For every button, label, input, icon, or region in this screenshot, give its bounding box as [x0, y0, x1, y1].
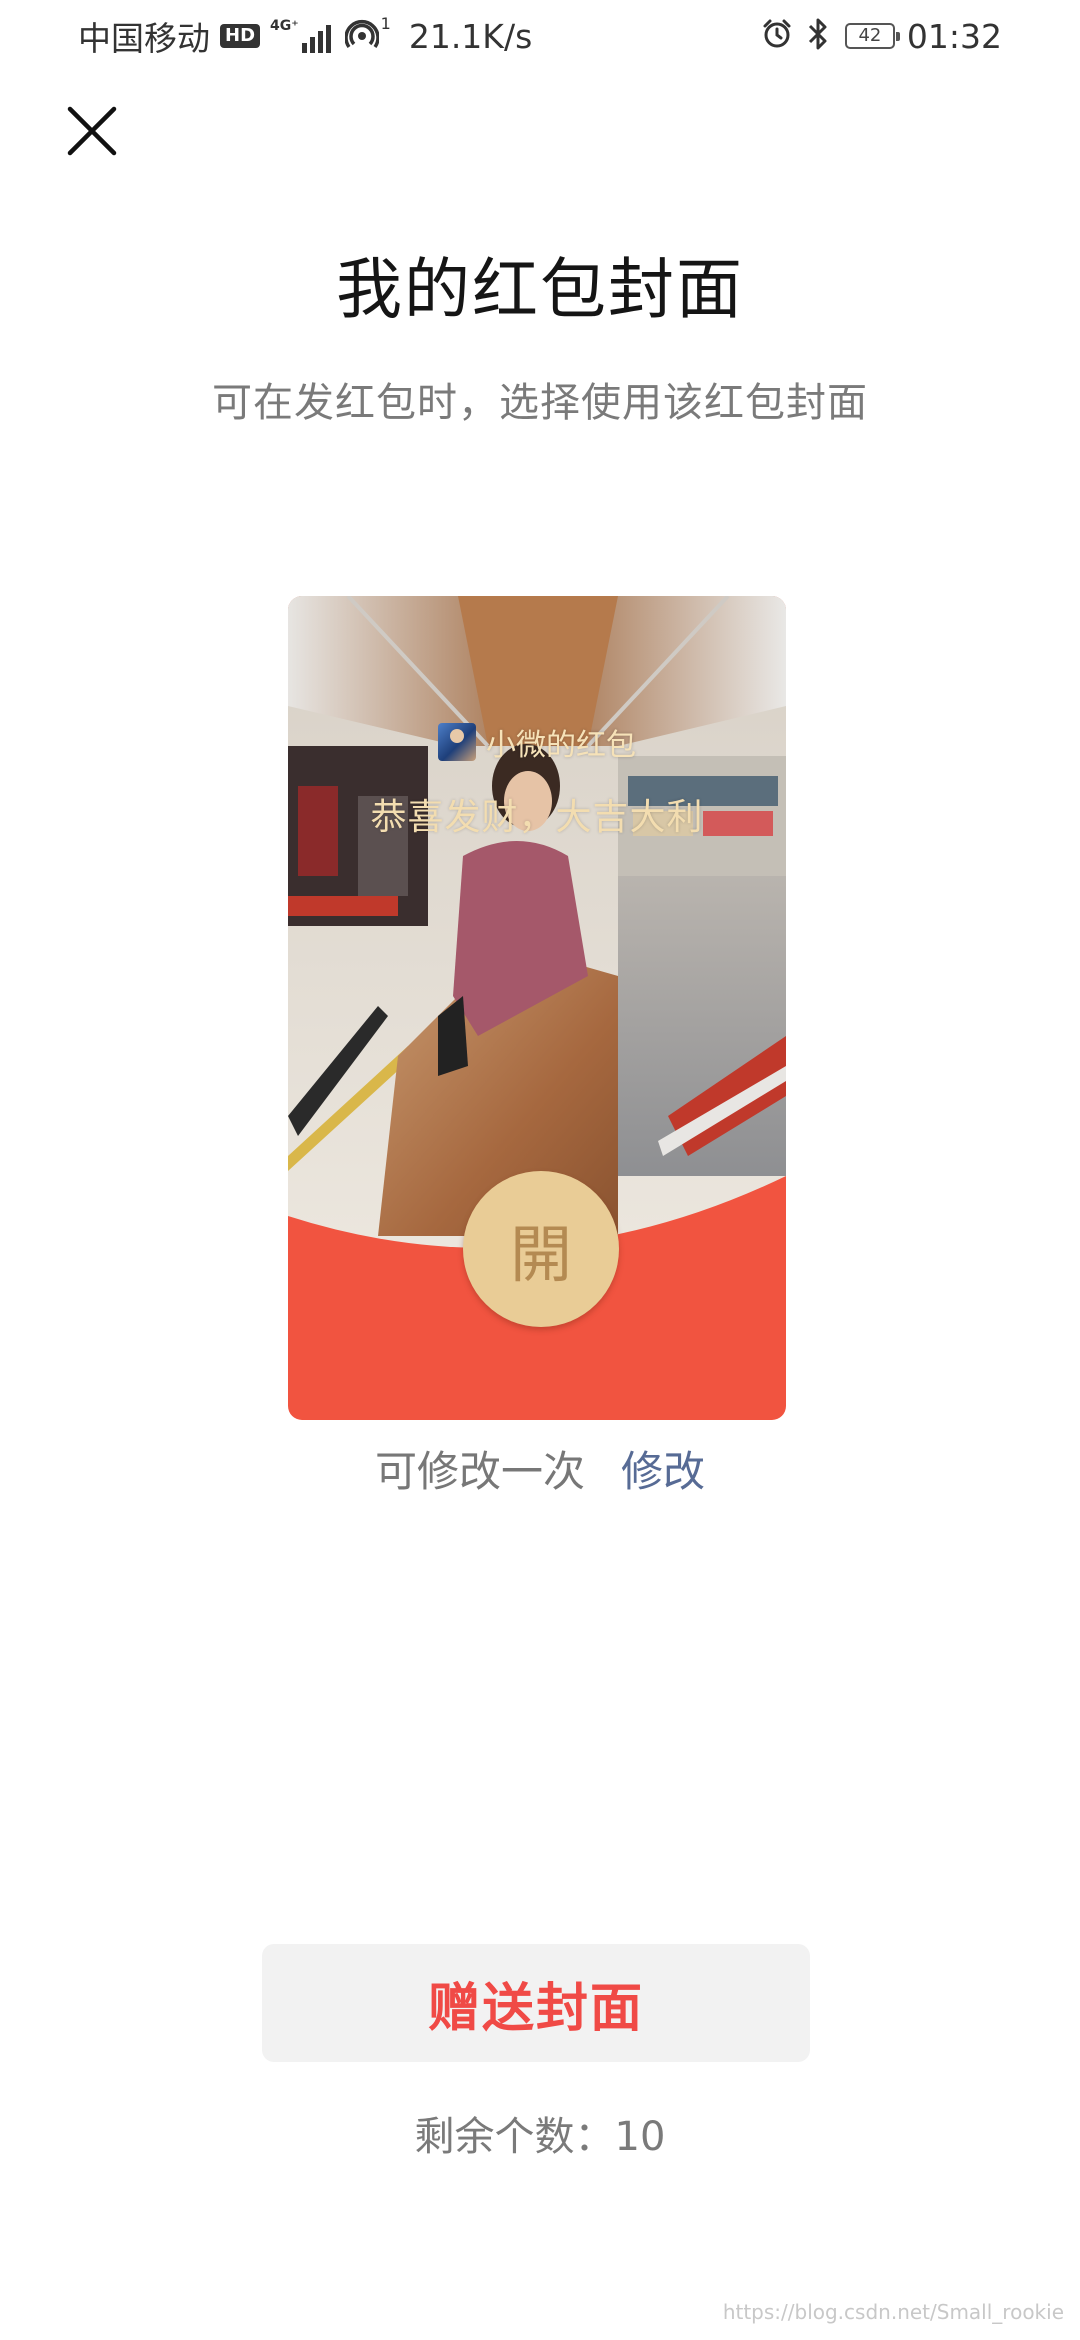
- status-bar-right: 42 01:32: [747, 14, 1002, 58]
- network-speed: 21.1K/s: [408, 16, 533, 56]
- red-packet-cover-page: 中国移动 HD 4G⁺ 1 21.1K/s 42 01:32 我的红包封面 可在…: [0, 0, 1080, 2340]
- network-type: 4G⁺: [270, 18, 299, 34]
- hd-badge: HD: [220, 24, 261, 48]
- status-bar: 中国移动 HD 4G⁺ 1 21.1K/s 42 01:32: [0, 0, 1080, 72]
- open-button[interactable]: 開: [463, 1171, 619, 1327]
- status-bar-left: 中国移动 HD 4G⁺ 1 21.1K/s: [78, 14, 532, 58]
- gift-cover-label: 赠送封面: [427, 1978, 644, 2039]
- bluetooth-icon: [807, 17, 829, 55]
- close-icon: [67, 106, 117, 156]
- gift-cover-button[interactable]: 赠送封面: [262, 1944, 810, 2062]
- avatar: [438, 723, 476, 761]
- cover-sender: 小微的红包: [288, 720, 786, 764]
- close-button[interactable]: [66, 105, 118, 157]
- open-label: 開: [509, 1218, 572, 1291]
- modify-row: 可修改一次 修改: [0, 1438, 1080, 1499]
- modify-link[interactable]: 修改: [621, 1438, 705, 1499]
- battery-level: 42: [858, 25, 882, 46]
- battery-icon: 42: [844, 23, 900, 49]
- sender-name: 小微的红包: [486, 728, 636, 763]
- cover-blessing: 恭喜发财，大吉大利: [370, 797, 704, 838]
- watermark: https://blog.csdn.net/Small_rookie: [722, 2300, 1064, 2324]
- red-packet-cover[interactable]: 小微的红包 恭喜发财，大吉大利 開: [288, 596, 786, 1420]
- page-title: 我的红包封面: [336, 251, 744, 328]
- hotspot-icon: [343, 17, 380, 55]
- page-subtitle: 可在发红包时，选择使用该红包封面: [212, 380, 868, 426]
- carrier-name: 中国移动: [78, 19, 210, 58]
- modify-note: 可修改一次: [374, 1447, 585, 1496]
- alarm-icon: [761, 18, 793, 54]
- clock: 01:32: [906, 16, 1002, 56]
- remaining-count: 剩余个数：10: [414, 2114, 666, 2160]
- hotspot-count: 1: [380, 14, 391, 33]
- signal-icon: 4G⁺: [270, 19, 331, 53]
